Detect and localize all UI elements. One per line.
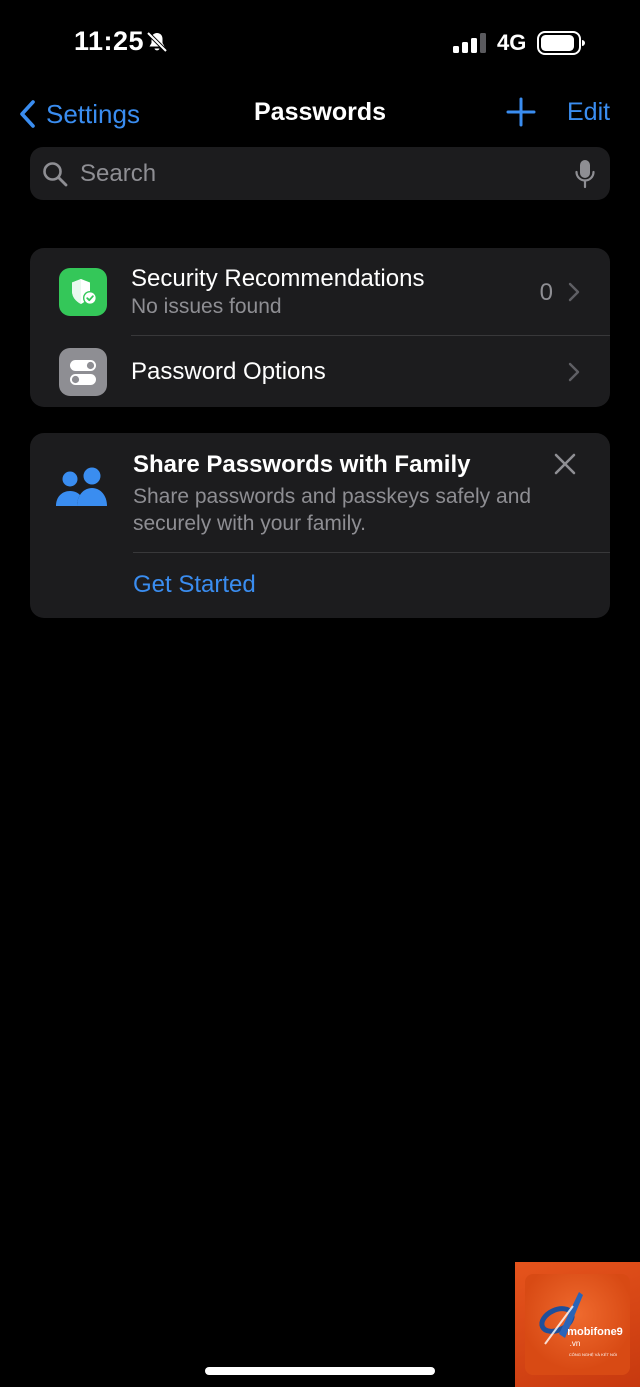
row-subtitle: No issues found — [131, 295, 282, 318]
get-started-button[interactable]: Get Started — [133, 571, 256, 599]
watermark-domain: .vn — [570, 1339, 581, 1348]
search-input[interactable] — [78, 152, 574, 195]
watermark-brand: mobifone9 — [567, 1326, 623, 1338]
search-bar[interactable] — [30, 147, 610, 200]
card-description: Share passwords and passkeys safely and … — [133, 485, 532, 535]
chevron-right-icon — [568, 282, 580, 302]
bell-slash-icon — [146, 31, 168, 53]
watermark-tagline: CÔNG NGHỆ VÀ KẾT NỐI — [569, 1352, 617, 1357]
cellular-signal-icon — [453, 33, 486, 53]
toggles-icon — [59, 348, 107, 396]
status-bar: 11:25 4G — [0, 0, 640, 88]
battery-icon — [537, 31, 585, 55]
edit-button[interactable]: Edit — [567, 98, 610, 127]
settings-group: Security Recommendations No issues found… — [30, 248, 610, 407]
password-options-row[interactable]: Password Options — [30, 336, 610, 407]
watermark-logo: mobifone9 .vn CÔNG NGHỆ VÀ KẾT NỐI — [515, 1262, 640, 1387]
row-title: Security Recommendations — [131, 265, 425, 292]
close-icon[interactable] — [553, 452, 577, 476]
people-icon — [56, 467, 107, 506]
network-type: 4G — [497, 30, 527, 55]
status-time: 11:25 — [74, 26, 145, 56]
back-button-label: Settings — [46, 98, 140, 129]
back-button[interactable]: Settings — [18, 94, 140, 134]
magnifying-glass-icon — [43, 161, 68, 186]
share-family-card: Share Passwords with Family Share passwo… — [30, 433, 610, 618]
security-recommendations-row[interactable]: Security Recommendations No issues found… — [30, 248, 610, 335]
watermark-graphic: mobifone9 .vn CÔNG NGHỆ VÀ KẾT NỐI — [539, 1292, 623, 1357]
chevron-right-icon — [568, 362, 580, 382]
card-divider — [133, 552, 610, 553]
navigation-bar: Settings Passwords Edit — [0, 88, 640, 138]
row-title: Password Options — [131, 358, 326, 385]
card-title: Share Passwords with Family — [133, 451, 471, 478]
home-indicator[interactable] — [205, 1367, 435, 1375]
plus-icon[interactable] — [506, 97, 536, 127]
issues-count: 0 — [539, 279, 553, 306]
shield-check-icon — [59, 268, 107, 316]
microphone-icon[interactable] — [574, 159, 596, 189]
chevron-left-icon — [20, 100, 35, 128]
